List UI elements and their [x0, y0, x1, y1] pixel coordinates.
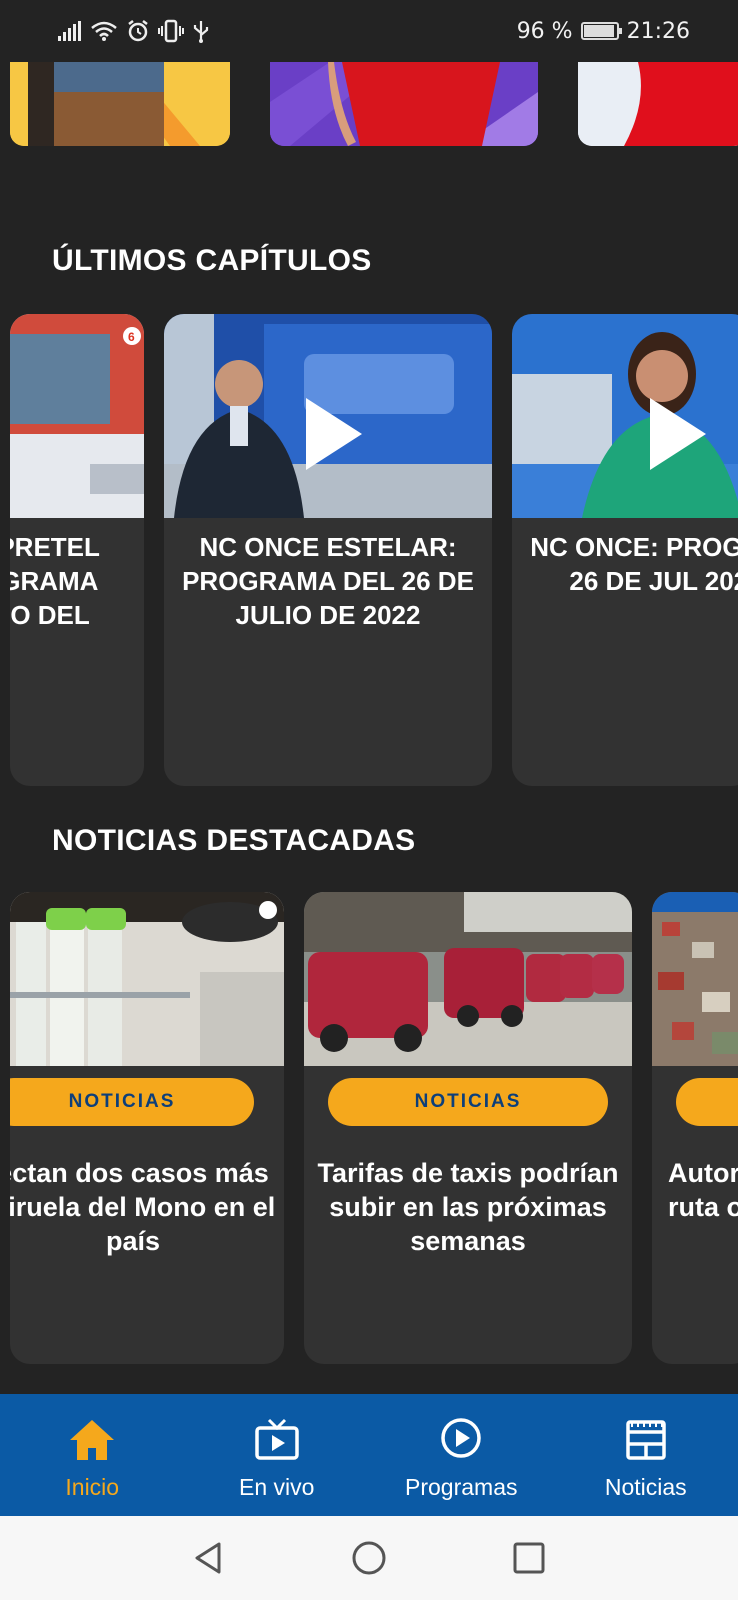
- live-tv-icon: [255, 1418, 299, 1460]
- home-icon: [70, 1420, 115, 1460]
- vibrate-icon: [158, 19, 184, 43]
- play-circle-icon: [441, 1418, 481, 1458]
- news-title: Autor ruta ot: [668, 1158, 738, 1222]
- program-banner[interactable]: [270, 62, 538, 146]
- category-badge: [676, 1078, 738, 1126]
- status-right: 96 % 21:26: [517, 16, 690, 46]
- nav-label: Noticias: [604, 1474, 687, 1500]
- section-title-news: NOTICIAS DESTACADAS: [52, 824, 416, 857]
- nav-item-en-vivo[interactable]: En vivo: [185, 1394, 370, 1516]
- program-banner-image: [578, 62, 738, 146]
- bottom-navigation: Inicio En vivo Programas Noticias: [0, 1394, 738, 1516]
- news-icon: [626, 1420, 666, 1460]
- program-banner-image: [10, 62, 230, 146]
- nav-item-inicio[interactable]: Inicio: [0, 1394, 185, 1516]
- nav-label: En vivo: [239, 1474, 315, 1500]
- usb-icon: [193, 21, 209, 43]
- wifi-icon: [91, 21, 117, 41]
- play-icon[interactable]: [306, 398, 362, 470]
- episode-thumbnail: 6: [10, 314, 144, 518]
- episode-card[interactable]: 6 EPRETEL OGRAMA ILIO DEL: [10, 314, 144, 786]
- nav-item-programas[interactable]: Programas: [369, 1394, 554, 1516]
- news-card[interactable]: NOTICIAS Tarifas de taxis podrían subir …: [304, 892, 632, 1364]
- status-bar: 96 % 21:26: [0, 0, 738, 62]
- episode-card[interactable]: NC ONCE: PROG DEL 26 DE JUL 2022: [512, 314, 738, 786]
- news-thumbnail: [652, 892, 738, 1066]
- system-navigation-bar: [0, 1516, 738, 1600]
- program-banner-image: [270, 62, 538, 146]
- home-circle-icon[interactable]: [349, 1538, 389, 1578]
- play-icon[interactable]: [650, 398, 706, 470]
- news-thumbnail: [304, 892, 632, 1066]
- battery-percent: 96 %: [516, 18, 573, 44]
- alarm-icon: [128, 20, 148, 42]
- news-thumbnail: [10, 892, 284, 1066]
- program-banner[interactable]: [578, 62, 738, 146]
- status-icons-left: [58, 18, 210, 44]
- nav-label: Programas: [405, 1474, 518, 1500]
- section-title-episodes: ÚLTIMOS CAPÍTULOS: [52, 244, 372, 277]
- category-badge: NOTICIAS: [10, 1078, 254, 1126]
- nav-label: Inicio: [65, 1474, 120, 1500]
- nav-item-noticias[interactable]: Noticias: [554, 1394, 738, 1516]
- episode-title: NC ONCE ESTELAR: PROGRAMA DEL 26 DE JULI…: [182, 532, 474, 630]
- recents-icon[interactable]: [509, 1538, 549, 1578]
- news-title: ectan dos casos más Viruela del Mono en …: [10, 1158, 276, 1256]
- signal-icon: [58, 21, 81, 41]
- news-card[interactable]: Autor ruta ot: [652, 892, 738, 1364]
- svg-text:6: 6: [128, 330, 135, 344]
- news-title: Tarifas de taxis podrían subir en las pr…: [317, 1158, 619, 1256]
- program-banner[interactable]: [10, 62, 230, 146]
- battery-icon: [580, 22, 622, 40]
- episode-card[interactable]: NC ONCE ESTELAR: PROGRAMA DEL 26 DE JULI…: [164, 314, 492, 786]
- episode-title: EPRETEL OGRAMA ILIO DEL: [10, 532, 100, 630]
- back-icon[interactable]: [189, 1538, 229, 1578]
- category-badge: NOTICIAS: [328, 1078, 608, 1126]
- battery-level-fill: [583, 25, 615, 37]
- episode-title: NC ONCE: PROG DEL 26 DE JUL 2022: [530, 532, 738, 596]
- clock: 21:26: [626, 18, 690, 44]
- news-card[interactable]: NOTICIAS ectan dos casos más Viruela del…: [10, 892, 284, 1364]
